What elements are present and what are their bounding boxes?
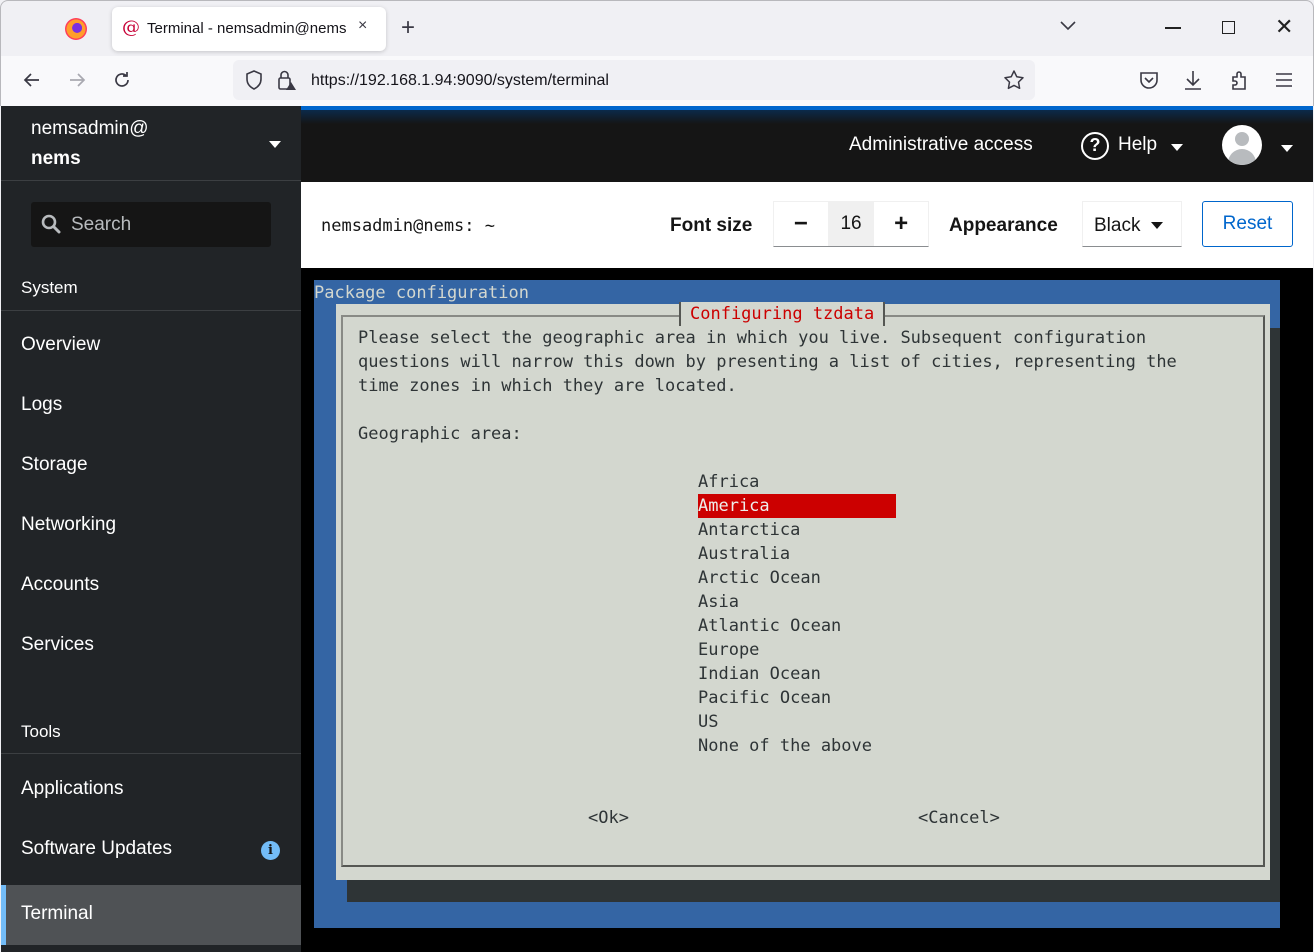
font-size-value[interactable]: 16	[828, 202, 875, 246]
sidebar-item-networking[interactable]: Networking	[1, 496, 301, 556]
divider	[1, 753, 301, 754]
terminal-screen[interactable]: Package configuration Configuring tzdata…	[301, 268, 1313, 952]
info-icon: i	[261, 841, 280, 860]
sidebar-item-accounts[interactable]: Accounts	[1, 556, 301, 616]
list-item[interactable]: Asia	[698, 590, 896, 614]
new-tab-button[interactable]: +	[401, 14, 415, 42]
help-icon: ?	[1081, 132, 1109, 160]
back-arrow-icon[interactable]	[18, 66, 46, 94]
font-size-label: Font size	[670, 215, 752, 237]
sidebar-item-label: Services	[21, 634, 94, 656]
list-item[interactable]: US	[698, 710, 896, 734]
url-text[interactable]: https://192.168.1.94:9090/system/termina…	[311, 72, 609, 90]
sidebar-item-label: Software Updates	[21, 838, 172, 860]
close-window-icon[interactable]: ✕	[1275, 15, 1293, 39]
forward-arrow-icon[interactable]	[63, 66, 91, 94]
geographic-area-label: Geographic area:	[358, 422, 522, 446]
sidebar-item-label: Logs	[21, 394, 62, 416]
browser-tab-bar: @ Terminal - nemsadmin@nems × + ✕	[0, 0, 1314, 56]
divider	[1, 310, 301, 311]
sidebar-item-overview[interactable]: Overview	[1, 316, 301, 376]
host-name: nems	[31, 148, 81, 170]
caret-down-icon	[1171, 144, 1183, 151]
bookmark-star-icon[interactable]	[1003, 69, 1025, 91]
user-menu-caret-icon[interactable]	[1281, 145, 1293, 152]
search-icon	[41, 214, 61, 234]
ok-button[interactable]: <Ok>	[588, 806, 629, 830]
font-decrease-button[interactable]: −	[774, 202, 828, 246]
user-avatar[interactable]	[1222, 125, 1262, 165]
tab-list-chevron-icon[interactable]	[1058, 15, 1078, 35]
section-label: Tools	[21, 722, 61, 742]
font-increase-button[interactable]: +	[874, 202, 928, 246]
tab-title: Terminal - nemsadmin@nems	[147, 20, 346, 37]
list-item[interactable]: Atlantic Ocean	[698, 614, 896, 638]
list-item[interactable]: Indian Ocean	[698, 662, 896, 686]
appearance-select[interactable]: Black	[1082, 201, 1182, 247]
sidebar-search[interactable]	[31, 202, 271, 247]
close-tab-icon[interactable]: ×	[358, 17, 367, 35]
font-size-stepper: − 16 +	[773, 201, 929, 247]
sidebar: nemsadmin@ nems System Overview Logs Sto…	[1, 106, 301, 952]
list-item[interactable]: Antarctica	[698, 518, 896, 542]
reload-icon[interactable]	[108, 66, 136, 94]
geographic-area-list: Africa America Antarctica Australia Arct…	[698, 470, 896, 758]
list-item[interactable]: Arctic Ocean	[698, 566, 896, 590]
host-user: nemsadmin@	[31, 118, 149, 140]
tzdata-dialog: Configuring tzdata Please select the geo…	[336, 304, 1270, 880]
minimize-window-icon[interactable]	[1165, 27, 1181, 29]
caret-down-icon	[269, 141, 281, 148]
sidebar-item-logs[interactable]: Logs	[1, 376, 301, 436]
maximize-window-icon[interactable]	[1222, 21, 1235, 34]
administrative-access-button[interactable]: Administrative access	[849, 134, 1033, 156]
sidebar-item-storage[interactable]: Storage	[1, 436, 301, 496]
list-item[interactable]: Pacific Ocean	[698, 686, 896, 710]
backtitle: Package configuration	[314, 281, 529, 305]
masthead: Administrative access ? Help	[301, 106, 1313, 182]
list-item[interactable]: Australia	[698, 542, 896, 566]
terminal-title: nemsadmin@nems: ~	[321, 216, 495, 236]
sidebar-item-applications[interactable]: Applications	[1, 760, 301, 820]
sidebar-item-label: Networking	[21, 514, 116, 536]
reset-button[interactable]: Reset	[1202, 201, 1293, 247]
menu-icon[interactable]	[1273, 69, 1295, 91]
appearance-value: Black	[1094, 215, 1140, 237]
sidebar-item-services[interactable]: Services	[1, 616, 301, 676]
sidebar-item-label: Accounts	[21, 574, 99, 596]
tracking-shield-icon[interactable]	[245, 70, 263, 90]
lock-warning-icon[interactable]	[277, 69, 297, 91]
dialog-description: Please select the geographic area in whi…	[358, 326, 1177, 398]
section-label: System	[21, 278, 78, 298]
debian-favicon-icon: @	[122, 18, 140, 38]
browser-tab-terminal[interactable]: @ Terminal - nemsadmin@nems ×	[112, 7, 386, 51]
whiptail-background: Package configuration Configuring tzdata…	[314, 280, 1280, 928]
list-item[interactable]: Africa	[698, 470, 896, 494]
host-switcher[interactable]: nemsadmin@ nems	[1, 106, 301, 181]
sidebar-item-terminal[interactable]: Terminal	[1, 885, 301, 945]
help-label: Help	[1118, 134, 1157, 156]
sidebar-item-software-updates[interactable]: Software Updates i	[1, 820, 301, 880]
appearance-label: Appearance	[949, 215, 1058, 237]
dialog-title: Configuring tzdata	[679, 302, 885, 326]
download-icon[interactable]	[1182, 69, 1204, 91]
caret-down-icon	[1151, 222, 1163, 229]
cockpit-app: nemsadmin@ nems System Overview Logs Sto…	[1, 106, 1313, 952]
avatar-body	[1228, 149, 1256, 165]
search-input[interactable]	[71, 202, 266, 247]
avatar-head	[1235, 132, 1249, 146]
terminal-toolbar: nemsadmin@nems: ~ Font size − 16 + Appea…	[301, 182, 1313, 268]
list-item-selected[interactable]: America	[698, 494, 896, 518]
sidebar-item-label: Storage	[21, 454, 88, 476]
list-item[interactable]: Europe	[698, 638, 896, 662]
sidebar-item-label: Overview	[21, 334, 100, 356]
pocket-icon[interactable]	[1138, 69, 1160, 91]
extensions-icon[interactable]	[1228, 69, 1250, 91]
firefox-logo-icon[interactable]	[65, 18, 87, 40]
browser-nav-bar: https://192.168.1.94:9090/system/termina…	[0, 56, 1314, 106]
cancel-button[interactable]: <Cancel>	[918, 806, 1000, 830]
sidebar-item-label: Applications	[21, 778, 123, 800]
sidebar-item-label: Terminal	[21, 903, 93, 925]
list-item[interactable]: None of the above	[698, 734, 896, 758]
url-bar[interactable]: https://192.168.1.94:9090/system/termina…	[233, 60, 1035, 100]
